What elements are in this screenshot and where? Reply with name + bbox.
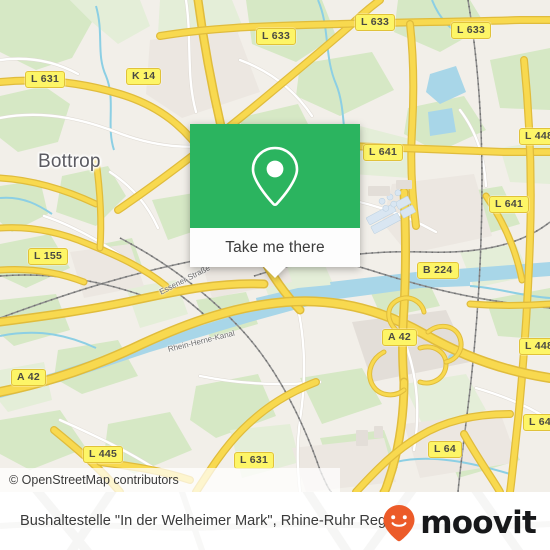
map-canvas[interactable]: .g { fill:#d6e8c5; } .g2 { fill:#e4eed8;… — [0, 0, 550, 492]
road-shield-l155: L 155 — [28, 248, 69, 265]
road-shield-l633-c: L 633 — [451, 22, 492, 39]
road-shield-l64-b: L 64 — [523, 414, 550, 431]
popup-action-area[interactable]: Take me there — [190, 228, 360, 278]
road-shield-l631-a: L 631 — [25, 71, 66, 88]
moovit-pin-icon — [383, 505, 415, 542]
map-marker-popup[interactable]: Take me there — [190, 124, 360, 278]
page-title: Bushaltestelle "In der Welheimer Mark", … — [20, 513, 406, 529]
popup-tail — [264, 267, 286, 278]
map-pin-icon — [251, 146, 299, 206]
take-me-there-label: Take me there — [225, 238, 325, 256]
road-shield-l445: L 445 — [83, 446, 124, 463]
road-shield-l631-b: L 631 — [234, 452, 275, 469]
road-shield-l641-a: L 641 — [363, 144, 404, 161]
road-shield-a42-b: A 42 — [11, 369, 46, 386]
map-place-label-bottrop: Bottrop — [38, 151, 101, 172]
footer-bar: Bushaltestelle "In der Welheimer Mark", … — [0, 492, 550, 550]
moovit-map-share-card: .g { fill:#d6e8c5; } .g2 { fill:#e4eed8;… — [0, 0, 550, 550]
moovit-logo[interactable]: moovit — [382, 504, 537, 542]
road-shield-k14: K 14 — [126, 68, 162, 85]
road-shield-l64-a: L 64 — [428, 441, 463, 458]
map-attribution[interactable]: © OpenStreetMap contributors — [0, 468, 340, 492]
road-shield-l448-a: L 448 — [519, 128, 550, 145]
road-shield-l633-b: L 633 — [355, 14, 396, 31]
road-shield-a42-a: A 42 — [382, 329, 417, 346]
road-shield-l448-b: L 448 — [519, 338, 550, 355]
map-attribution-text: © OpenStreetMap contributors — [9, 473, 179, 487]
road-shield-b224: B 224 — [417, 262, 459, 279]
popup-icon-area — [190, 124, 360, 228]
moovit-wordmark: moovit — [420, 504, 537, 541]
road-shield-l633-a: L 633 — [256, 28, 297, 45]
road-shield-l641-b: L 641 — [489, 196, 530, 213]
